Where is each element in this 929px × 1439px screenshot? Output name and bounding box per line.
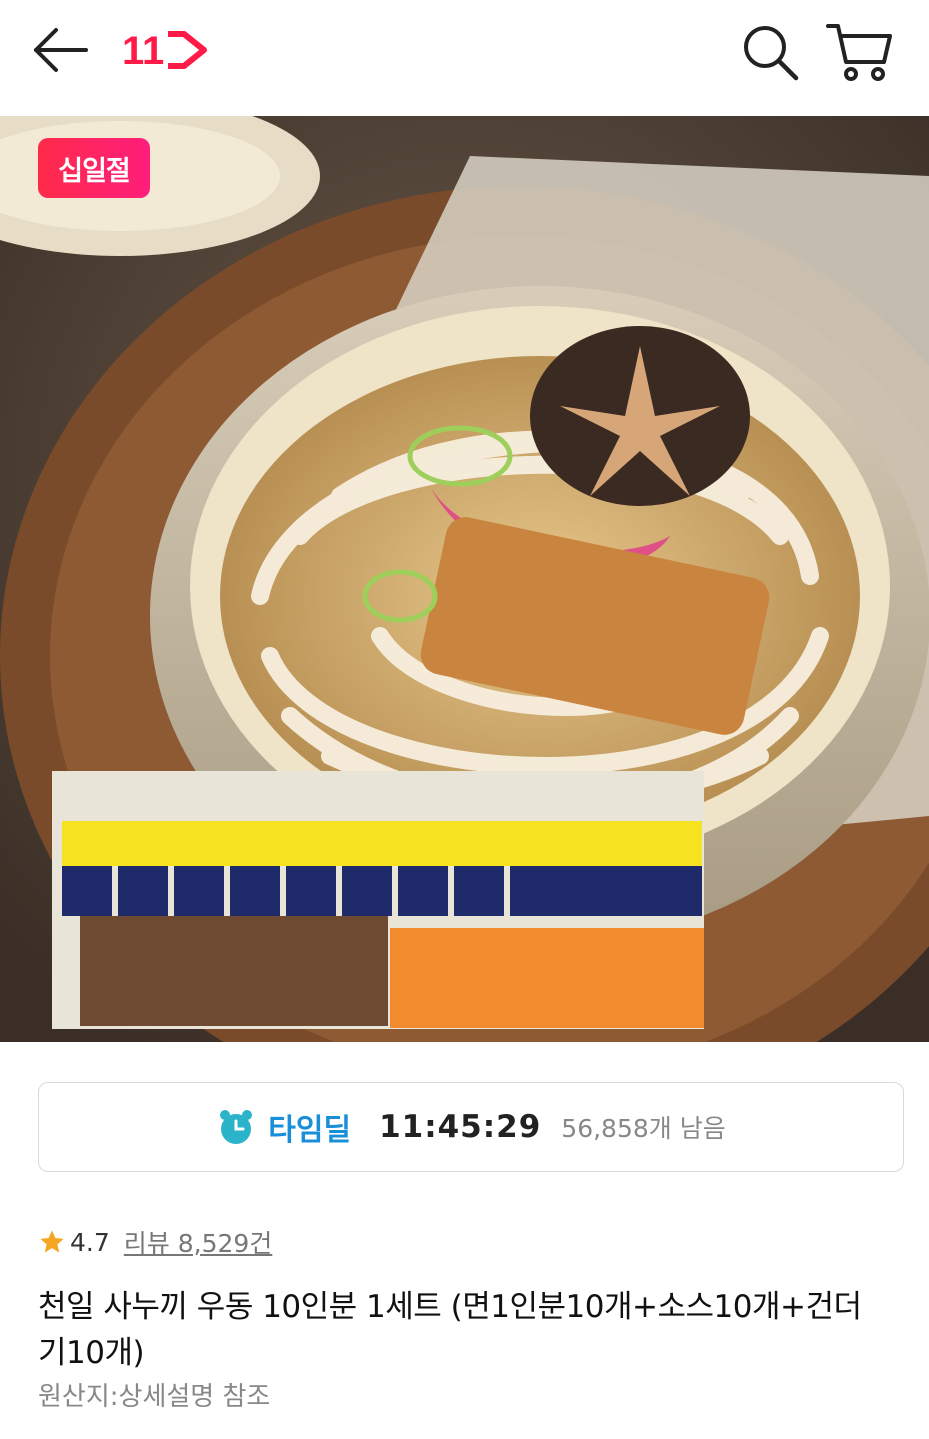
product-title: 천일 사누끼 우동 10인분 1세트 (면1인분10개+소스10개+건더기10개… (38, 1289, 862, 1371)
timedeal-countdown: 11:45:29 (379, 1109, 542, 1145)
star-icon (40, 1230, 64, 1253)
origin-info: 원산지:상세설명 참조 (38, 1382, 271, 1412)
rating-row: 4.7 리뷰 8,529건 (38, 1220, 272, 1264)
back-arrow-icon (34, 28, 88, 72)
back-button[interactable] (30, 22, 92, 78)
review-count-link[interactable]: 리뷰 8,529건 (124, 1224, 273, 1260)
sale-event-badge: 십일절 (38, 138, 150, 198)
top-app-bar: 11 (0, 0, 929, 116)
search-button[interactable] (738, 20, 802, 84)
alarm-clock-icon (220, 1110, 253, 1144)
11st-logo[interactable]: 11 (122, 26, 214, 74)
rating-value: 4.7 (70, 1227, 110, 1257)
search-icon (744, 26, 799, 81)
cart-icon (826, 24, 892, 81)
udon-bowl-photo (0, 116, 929, 1042)
product-image[interactable]: 십일절 (0, 116, 929, 1042)
timedeal-remaining: 56,858개 남음 (561, 1114, 726, 1143)
timedeal-label: 타임딜 (268, 1113, 352, 1148)
timedeal-banner[interactable]: 타임딜 11:45:29 56,858개 남음 (38, 1082, 904, 1172)
cart-button[interactable] (824, 18, 894, 84)
logo-text: 11 (122, 29, 164, 73)
